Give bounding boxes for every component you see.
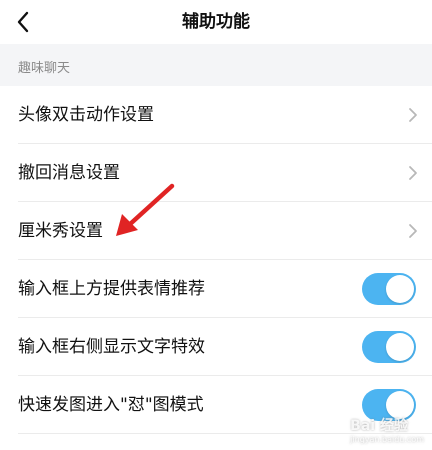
watermark-sub: jingyan.baidu.com [350, 435, 424, 444]
setting-cmshow[interactable]: 厘米秀设置 [0, 202, 432, 260]
settings-screen: 辅助功能 趣味聊天 头像双击动作设置 撤回消息设置 厘米秀设置 输入框上方提供表… [0, 0, 432, 450]
setting-avatar-double-tap[interactable]: 头像双击动作设置 [0, 86, 432, 144]
setting-label: 输入框上方提供表情推荐 [18, 279, 205, 299]
setting-emoji-recommend: 输入框上方提供表情推荐 [0, 260, 432, 318]
setting-label: 头像双击动作设置 [18, 105, 154, 125]
chevron-right-icon [409, 108, 417, 122]
toggle-knob [386, 275, 414, 303]
chevron-right-icon [409, 166, 417, 180]
navigation-bar: 辅助功能 [0, 0, 432, 44]
text-effect-toggle[interactable] [362, 331, 416, 363]
setting-label: 快速发图进入"怼"图模式 [18, 395, 204, 415]
setting-label: 厘米秀设置 [18, 221, 103, 241]
emoji-recommend-toggle[interactable] [362, 273, 416, 305]
setting-label: 撤回消息设置 [18, 163, 120, 183]
section-header: 趣味聊天 [0, 44, 432, 86]
page-title: 辅助功能 [182, 12, 250, 32]
watermark-text: Bai 经验 [350, 418, 408, 434]
settings-list: 头像双击动作设置 撤回消息设置 厘米秀设置 输入框上方提供表情推荐 输入框右侧显… [0, 86, 432, 434]
setting-label: 输入框右侧显示文字特效 [18, 337, 205, 357]
chevron-right-icon [409, 224, 417, 238]
watermark: Bai 经验 jingyan.baidu.com [350, 415, 424, 444]
setting-recall-message[interactable]: 撤回消息设置 [0, 144, 432, 202]
toggle-knob [386, 333, 414, 361]
setting-text-effect: 输入框右侧显示文字特效 [0, 318, 432, 376]
